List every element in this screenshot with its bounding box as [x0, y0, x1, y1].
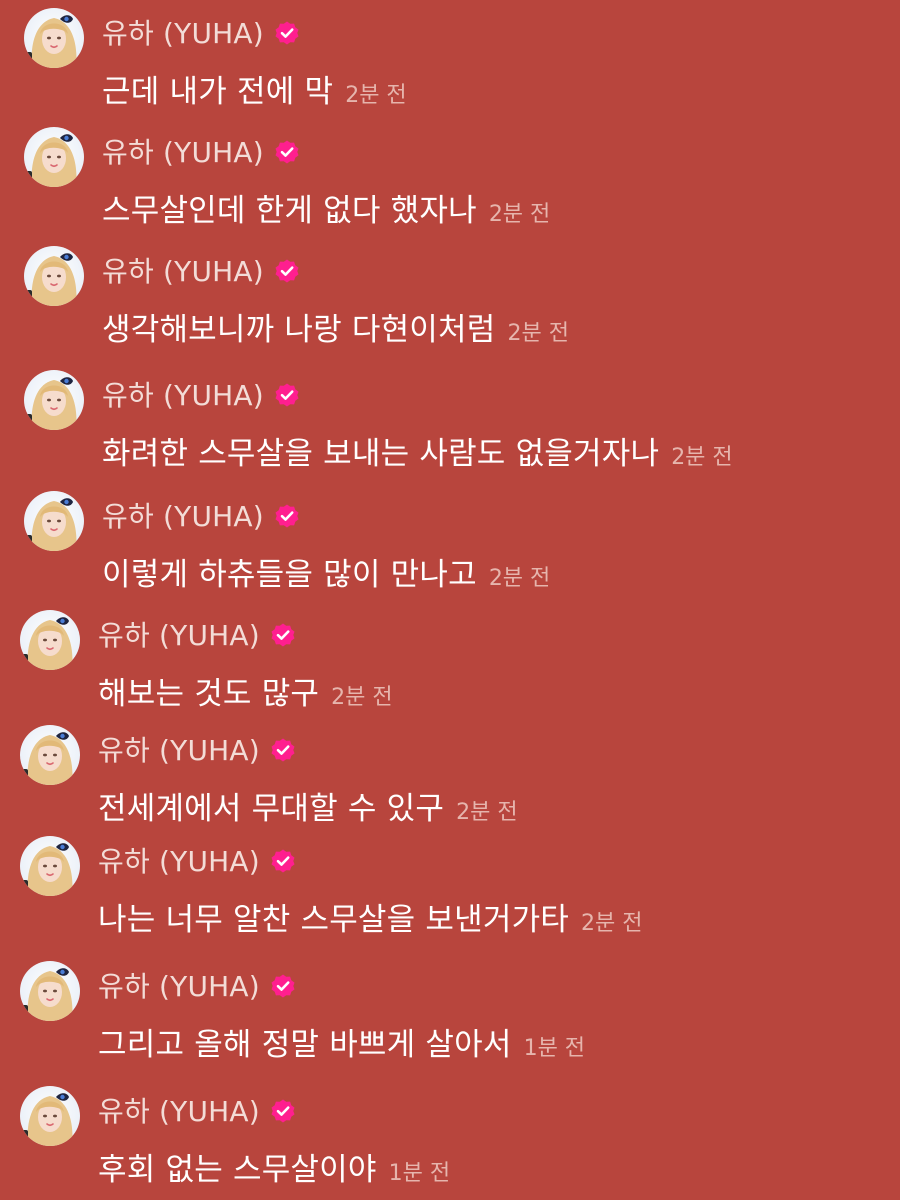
- sender-row: 유하 (YUHA): [98, 1092, 296, 1128]
- message-timestamp: 1분 전: [523, 1036, 586, 1061]
- message-text: 근데 내가 전에 막: [102, 74, 334, 110]
- message-row: 생각해보니까 나랑 다현이처럼 2분 전: [102, 304, 569, 348]
- chat-message: 유하 (YUHA) 나는 너무 알찬 스무살을 보낸거가타 2분 전: [0, 836, 900, 942]
- message-text: 그리고 올해 정말 바쁘게 살아서: [98, 1027, 512, 1063]
- chat-message: 유하 (YUHA) 근데 내가 전에 막 2분 전: [0, 8, 900, 114]
- sender-row: 유하 (YUHA): [102, 14, 300, 50]
- sender-name: 유하 (YUHA): [98, 1095, 260, 1128]
- message-text: 해보는 것도 많구: [98, 676, 320, 712]
- sender-row: 유하 (YUHA): [98, 967, 296, 1003]
- message-row: 화려한 스무살을 보내는 사람도 없을거자나 2분 전: [102, 428, 733, 472]
- verified-badge-icon: [270, 973, 296, 999]
- chat-message: 유하 (YUHA) 그리고 올해 정말 바쁘게 살아서 1분 전: [0, 961, 900, 1067]
- sender-row: 유하 (YUHA): [102, 497, 300, 533]
- avatar[interactable]: [20, 1086, 80, 1146]
- chat-message: 유하 (YUHA) 생각해보니까 나랑 다현이처럼 2분 전: [0, 246, 900, 352]
- chat-message-list: 유하 (YUHA) 근데 내가 전에 막 2분 전 유하 (YUHA) 스무살인…: [0, 0, 900, 1200]
- message-timestamp: 2분 전: [671, 445, 733, 470]
- avatar[interactable]: [24, 246, 84, 306]
- verified-badge-icon: [274, 382, 300, 408]
- chat-message: 유하 (YUHA) 해보는 것도 많구 2분 전: [0, 610, 900, 716]
- sender-name: 유하 (YUHA): [102, 255, 264, 288]
- message-timestamp: 2분 전: [456, 800, 518, 825]
- sender-name: 유하 (YUHA): [102, 17, 264, 50]
- message-row: 해보는 것도 많구 2분 전: [98, 668, 393, 712]
- message-row: 스무살인데 한게 없다 했자나 2분 전: [102, 185, 551, 229]
- message-timestamp: 2분 전: [331, 685, 393, 710]
- verified-badge-icon: [270, 848, 296, 874]
- avatar[interactable]: [20, 725, 80, 785]
- verified-badge-icon: [270, 622, 296, 648]
- message-text: 이렇게 하츄들을 많이 만나고: [102, 557, 477, 593]
- message-row: 이렇게 하츄들을 많이 만나고 2분 전: [102, 549, 551, 593]
- message-timestamp: 2분 전: [345, 83, 407, 108]
- sender-row: 유하 (YUHA): [98, 616, 296, 652]
- verified-badge-icon: [274, 258, 300, 284]
- sender-row: 유하 (YUHA): [102, 133, 300, 169]
- sender-row: 유하 (YUHA): [98, 842, 296, 878]
- avatar[interactable]: [24, 8, 84, 68]
- message-timestamp: 2분 전: [507, 321, 569, 346]
- message-text: 화려한 스무살을 보내는 사람도 없을거자나: [102, 436, 660, 472]
- sender-name: 유하 (YUHA): [98, 734, 260, 767]
- avatar[interactable]: [20, 836, 80, 896]
- chat-message: 유하 (YUHA) 이렇게 하츄들을 많이 만나고 2분 전: [0, 491, 900, 597]
- verified-badge-icon: [270, 1098, 296, 1124]
- verified-badge-icon: [274, 139, 300, 165]
- chat-message: 유하 (YUHA) 전세계에서 무대할 수 있구 2분 전: [0, 725, 900, 831]
- avatar[interactable]: [24, 127, 84, 187]
- chat-message: 유하 (YUHA) 후회 없는 스무살이야 1분 전: [0, 1086, 900, 1192]
- sender-name: 유하 (YUHA): [98, 845, 260, 878]
- message-row: 전세계에서 무대할 수 있구 2분 전: [98, 783, 518, 827]
- message-timestamp: 1분 전: [388, 1161, 451, 1186]
- avatar[interactable]: [24, 491, 84, 551]
- message-row: 나는 너무 알찬 스무살을 보낸거가타 2분 전: [98, 894, 643, 938]
- sender-name: 유하 (YUHA): [102, 379, 264, 412]
- message-text: 스무살인데 한게 없다 했자나: [102, 193, 477, 229]
- message-row: 그리고 올해 정말 바쁘게 살아서 1분 전: [98, 1019, 586, 1063]
- avatar[interactable]: [24, 370, 84, 430]
- message-row: 후회 없는 스무살이야 1분 전: [98, 1144, 451, 1188]
- message-timestamp: 2분 전: [581, 911, 643, 936]
- sender-row: 유하 (YUHA): [102, 376, 300, 412]
- verified-badge-icon: [270, 737, 296, 763]
- message-timestamp: 2분 전: [488, 566, 551, 591]
- avatar[interactable]: [20, 961, 80, 1021]
- sender-name: 유하 (YUHA): [98, 970, 260, 1003]
- message-text: 생각해보니까 나랑 다현이처럼: [102, 312, 496, 348]
- message-text: 나는 너무 알찬 스무살을 보낸거가타: [98, 902, 570, 938]
- sender-name: 유하 (YUHA): [98, 619, 260, 652]
- sender-row: 유하 (YUHA): [98, 731, 296, 767]
- avatar[interactable]: [20, 610, 80, 670]
- message-timestamp: 2분 전: [488, 202, 551, 227]
- sender-name: 유하 (YUHA): [102, 500, 264, 533]
- chat-message: 유하 (YUHA) 스무살인데 한게 없다 했자나 2분 전: [0, 127, 900, 233]
- chat-message: 유하 (YUHA) 화려한 스무살을 보내는 사람도 없을거자나 2분 전: [0, 370, 900, 476]
- verified-badge-icon: [274, 503, 300, 529]
- verified-badge-icon: [274, 20, 300, 46]
- message-row: 근데 내가 전에 막 2분 전: [102, 66, 407, 110]
- sender-row: 유하 (YUHA): [102, 252, 300, 288]
- message-text: 후회 없는 스무살이야: [98, 1152, 377, 1188]
- sender-name: 유하 (YUHA): [102, 136, 264, 169]
- message-text: 전세계에서 무대할 수 있구: [98, 791, 445, 827]
